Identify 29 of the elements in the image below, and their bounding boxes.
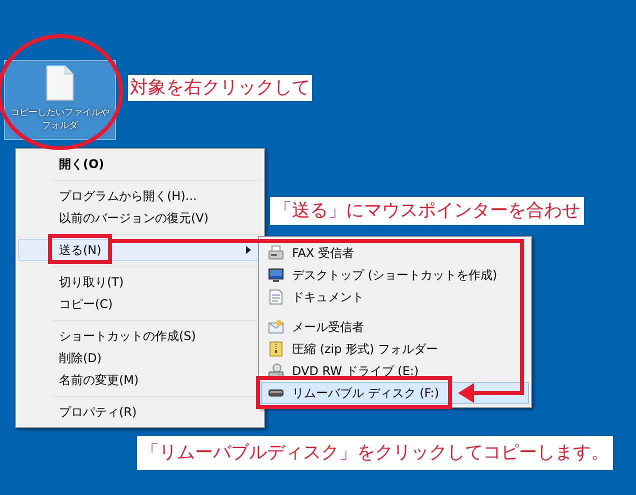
- menu-item[interactable]: メール受信者: [261, 316, 529, 338]
- monitor-icon: [268, 267, 284, 283]
- menu-item[interactable]: コピー(C): [18, 293, 262, 315]
- menu-item[interactable]: 圧縮 (zip 形式) フォルダー: [261, 338, 529, 360]
- highlight-frame: [48, 234, 112, 264]
- document-icon: [269, 289, 283, 305]
- menu-item[interactable]: 削除(D): [18, 347, 262, 369]
- menu-item[interactable]: ショートカットの作成(S): [18, 325, 262, 347]
- menu-item[interactable]: FAX 受信者: [261, 242, 529, 264]
- annotation-label: 対象を右クリックして: [128, 75, 312, 101]
- menu-item[interactable]: 開く(O): [18, 153, 262, 175]
- menu-item[interactable]: ドキュメント: [261, 286, 529, 308]
- menu-item[interactable]: DVD RW ドライブ (E:): [261, 360, 529, 382]
- fax-icon: [268, 245, 284, 261]
- menu-item[interactable]: プロパティ(R): [18, 401, 262, 423]
- document-icon: [46, 65, 74, 101]
- desktop-icon[interactable]: コピーしたいファイルやフォルダ: [4, 60, 116, 140]
- envelope-icon: [268, 319, 284, 335]
- menu-item[interactable]: 切り取り(T): [18, 271, 262, 293]
- drive-icon: [268, 388, 284, 398]
- menu-item[interactable]: リムーバブル ディスク (F:): [261, 382, 529, 404]
- zip-folder-icon: [269, 341, 283, 357]
- menu-item[interactable]: プログラムから開く(H)...: [18, 185, 262, 207]
- menu-item[interactable]: デスクトップ (ショートカットを作成): [261, 264, 529, 286]
- annotation-label: 「リムーバブルディスク」をクリックしてコピーします。: [137, 436, 613, 470]
- disc-drive-icon: [268, 363, 284, 379]
- file-name: コピーしたいファイルやフォルダ: [10, 107, 110, 133]
- menu-item[interactable]: 以前のバージョンの復元(V): [18, 207, 262, 229]
- annotation-label: 「送る」にマウスポインターを合わせ: [270, 197, 584, 225]
